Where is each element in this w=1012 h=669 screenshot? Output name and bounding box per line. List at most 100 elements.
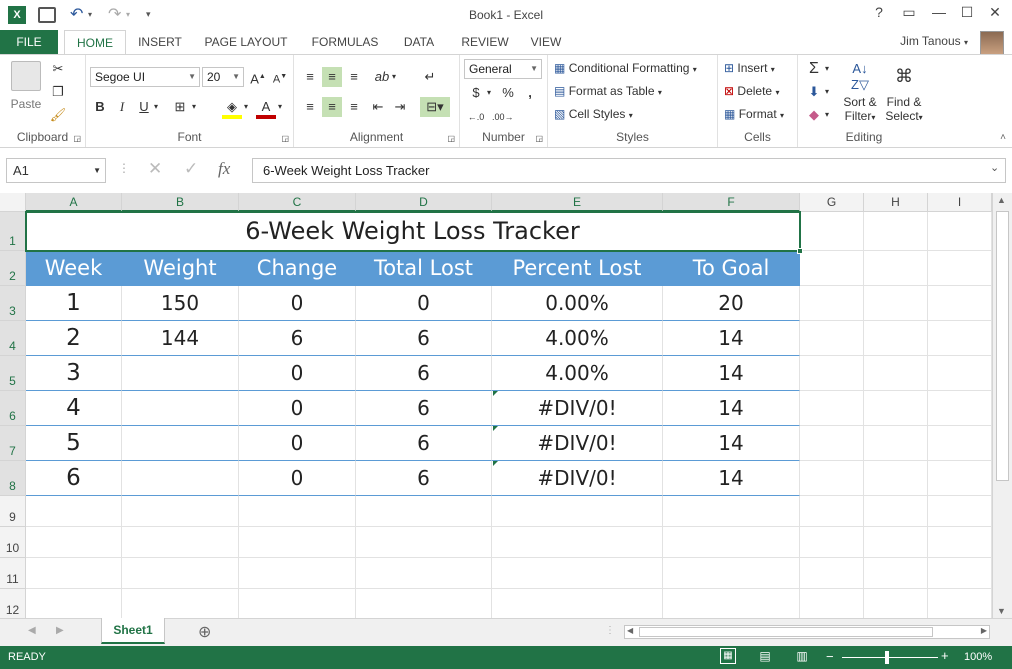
cell-b9[interactable]: [122, 496, 239, 527]
scroll-up-icon[interactable]: ▲: [997, 195, 1006, 205]
borders-icon[interactable]: ⊞: [170, 97, 190, 117]
row-header-6[interactable]: 6: [0, 391, 26, 426]
expand-formula-bar-icon[interactable]: ⌄: [990, 161, 999, 174]
table-header-cell[interactable]: To Goal: [663, 251, 800, 286]
fill-icon[interactable]: ⬇: [804, 82, 824, 102]
cell-i9[interactable]: [928, 496, 992, 527]
borders-dropdown-icon[interactable]: ▾: [188, 97, 200, 117]
error-indicator-icon[interactable]: [493, 461, 498, 466]
cell-h5[interactable]: [864, 356, 928, 391]
cell-b11[interactable]: [122, 558, 239, 589]
insert-cells-button[interactable]: ⊞ Insert ▾: [724, 61, 775, 75]
tab-home[interactable]: HOME: [64, 30, 126, 54]
copy-icon[interactable]: ❐: [48, 82, 68, 102]
row-header-2[interactable]: 2: [0, 251, 26, 286]
cell-a9[interactable]: [26, 496, 122, 527]
avatar[interactable]: [980, 31, 1004, 55]
cell-e9[interactable]: [492, 496, 663, 527]
table-cell-e7[interactable]: #DIV/0!: [492, 426, 663, 461]
decrease-font-size-icon[interactable]: A▼: [270, 67, 290, 87]
cell-g12[interactable]: [800, 589, 864, 618]
comma-button[interactable]: ,: [520, 83, 540, 103]
fill-color-dropdown-icon[interactable]: ▾: [240, 97, 252, 117]
ribbon-display-options-icon[interactable]: ▭: [896, 4, 922, 26]
align-left-icon[interactable]: ≡: [300, 97, 320, 117]
cell-f11[interactable]: [663, 558, 800, 589]
row-header-4[interactable]: 4: [0, 321, 26, 356]
cell-h1[interactable]: [864, 212, 928, 251]
table-cell-b7[interactable]: [122, 426, 239, 461]
decrease-decimal-icon[interactable]: .00→: [492, 107, 514, 127]
page-layout-view-icon[interactable]: ▤: [757, 648, 773, 664]
table-cell-c8[interactable]: 0: [239, 461, 356, 496]
top-align-icon[interactable]: ≡: [300, 67, 320, 87]
table-cell-d5[interactable]: 6: [356, 356, 492, 391]
cell-d9[interactable]: [356, 496, 492, 527]
number-format-select[interactable]: General ▼: [464, 59, 542, 79]
name-box[interactable]: A1 ▼: [6, 158, 106, 183]
orientation-dropdown-icon[interactable]: ▾: [388, 67, 400, 87]
zoom-in-button[interactable]: +: [941, 648, 949, 663]
font-color-icon[interactable]: A: [256, 97, 276, 119]
cell-d11[interactable]: [356, 558, 492, 589]
horizontal-scrollbar[interactable]: ◀ ▶: [624, 625, 990, 639]
cell-i2[interactable]: [928, 251, 992, 286]
cell-a10[interactable]: [26, 527, 122, 558]
column-header-f[interactable]: F: [663, 193, 800, 212]
table-cell-c3[interactable]: 0: [239, 286, 356, 321]
table-cell-c4[interactable]: 6: [239, 321, 356, 356]
cell-h9[interactable]: [864, 496, 928, 527]
table-cell-d6[interactable]: 6: [356, 391, 492, 426]
scroll-left-icon[interactable]: ◀: [627, 626, 633, 635]
cell-g1[interactable]: [800, 212, 864, 251]
cell-i12[interactable]: [928, 589, 992, 618]
insert-function-button[interactable]: fx: [218, 159, 230, 179]
cell-f9[interactable]: [663, 496, 800, 527]
cell-g3[interactable]: [800, 286, 864, 321]
cell-c11[interactable]: [239, 558, 356, 589]
find-select-button[interactable]: ⌘ Find & Select▾: [882, 61, 926, 123]
font-family-select[interactable]: Segoe UI ▼: [90, 67, 200, 87]
scroll-sheets-right-icon[interactable]: ▶: [56, 625, 64, 636]
cell-h12[interactable]: [864, 589, 928, 618]
row-header-12[interactable]: 12: [0, 589, 26, 618]
column-header-i[interactable]: I: [928, 193, 992, 212]
error-indicator-icon[interactable]: [493, 426, 498, 431]
row-header-9[interactable]: 9: [0, 496, 26, 527]
delete-cells-button[interactable]: ⊠ Delete ▾: [724, 84, 779, 98]
cancel-icon[interactable]: ✕: [148, 159, 162, 179]
table-cell-c7[interactable]: 0: [239, 426, 356, 461]
fill-dropdown-icon[interactable]: ▾: [822, 82, 832, 102]
row-header-8[interactable]: 8: [0, 461, 26, 496]
table-cell-c6[interactable]: 0: [239, 391, 356, 426]
tab-view[interactable]: VIEW: [526, 30, 566, 54]
currency-button[interactable]: $: [466, 83, 486, 103]
column-header-b[interactable]: B: [122, 193, 239, 212]
cell-g11[interactable]: [800, 558, 864, 589]
format-cells-button[interactable]: ▦ Format ▾: [724, 107, 784, 121]
table-cell-a6[interactable]: 4: [26, 391, 122, 426]
scroll-down-icon[interactable]: ▼: [997, 606, 1006, 616]
cell-b12[interactable]: [122, 589, 239, 618]
scroll-sheets-left-icon[interactable]: ◀: [28, 625, 36, 636]
cell-h10[interactable]: [864, 527, 928, 558]
clear-dropdown-icon[interactable]: ▾: [822, 105, 832, 125]
cell-h6[interactable]: [864, 391, 928, 426]
zoom-slider[interactable]: [842, 657, 938, 658]
row-header-5[interactable]: 5: [0, 356, 26, 391]
bold-button[interactable]: B: [90, 97, 110, 117]
table-cell-e6[interactable]: #DIV/0!: [492, 391, 663, 426]
table-cell-d7[interactable]: 6: [356, 426, 492, 461]
cell-e10[interactable]: [492, 527, 663, 558]
cell-h4[interactable]: [864, 321, 928, 356]
sheet-tab-sheet1[interactable]: Sheet1: [101, 618, 165, 644]
scroll-right-icon[interactable]: ▶: [981, 626, 987, 635]
cell-d10[interactable]: [356, 527, 492, 558]
format-as-table-button[interactable]: ▤ Format as Table ▾: [554, 84, 662, 98]
sort-filter-button[interactable]: A↓ Z▽ Sort & Filter▾: [840, 61, 880, 123]
table-cell-d4[interactable]: 6: [356, 321, 492, 356]
table-cell-f3[interactable]: 20: [663, 286, 800, 321]
formula-input[interactable]: 6-Week Weight Loss Tracker: [252, 158, 1006, 183]
cell-a12[interactable]: [26, 589, 122, 618]
tab-page-layout[interactable]: PAGE LAYOUT: [200, 30, 292, 54]
